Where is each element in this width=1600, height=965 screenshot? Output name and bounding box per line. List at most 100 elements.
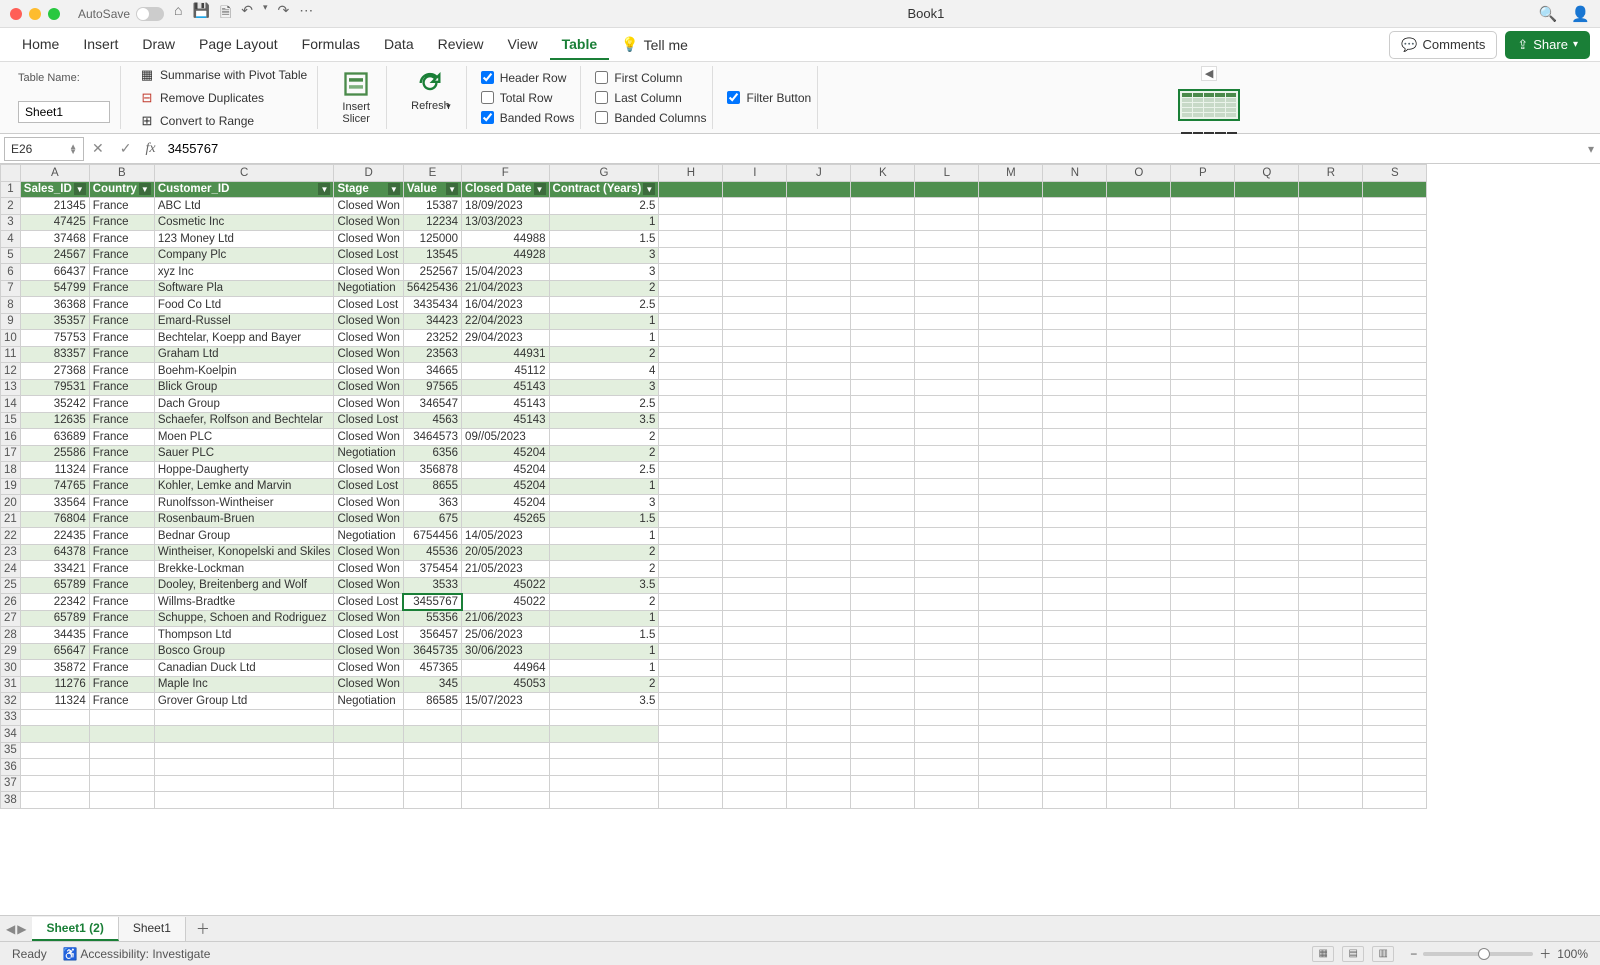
cell[interactable] [723,264,787,281]
cell[interactable]: 34435 [20,627,89,644]
cell[interactable]: Closed Lost [334,627,403,644]
cell[interactable]: Dooley, Breitenberg and Wolf [154,577,334,594]
cell[interactable] [659,346,723,363]
cell[interactable] [1171,462,1235,479]
cell[interactable]: 35872 [20,660,89,677]
cell[interactable] [1363,643,1427,660]
cell[interactable] [979,462,1043,479]
cell[interactable]: 252567 [403,264,461,281]
cell[interactable]: 3 [549,264,659,281]
row-header[interactable]: 35 [1,742,21,759]
row-header[interactable]: 16 [1,429,21,446]
cell[interactable] [851,264,915,281]
cell[interactable] [915,726,979,743]
cell[interactable] [1043,759,1107,776]
cell[interactable] [787,379,851,396]
cell[interactable] [723,313,787,330]
cell[interactable] [462,775,549,792]
cell[interactable] [1171,495,1235,512]
cell[interactable] [1171,544,1235,561]
cell[interactable] [659,445,723,462]
cell[interactable] [723,363,787,380]
row-header[interactable]: 34 [1,726,21,743]
cell[interactable] [979,577,1043,594]
cell[interactable] [979,775,1043,792]
cell[interactable]: France [89,660,154,677]
cell[interactable]: 3.5 [549,693,659,710]
cell[interactable] [659,396,723,413]
cell[interactable]: 45265 [462,511,549,528]
cell[interactable]: Schaefer, Rolfson and Bechtelar [154,412,334,429]
cell[interactable] [1299,231,1363,248]
cell[interactable] [915,643,979,660]
cell[interactable] [1171,379,1235,396]
cell[interactable] [1107,775,1171,792]
cell[interactable] [1107,181,1171,198]
convert-range-button[interactable]: ⊞Convert to Range [139,113,307,129]
row-header[interactable]: 31 [1,676,21,693]
cell[interactable] [915,693,979,710]
cell[interactable]: 23563 [403,346,461,363]
cell[interactable] [334,792,403,809]
row-header[interactable]: 28 [1,627,21,644]
cell[interactable] [1043,627,1107,644]
cell[interactable] [723,610,787,627]
cell[interactable] [659,330,723,347]
cell[interactable] [1235,181,1299,198]
cell[interactable] [549,775,659,792]
cell[interactable]: 6356 [403,445,461,462]
save-icon[interactable]: 💾 [193,2,210,26]
cell[interactable] [1299,660,1363,677]
cell[interactable] [659,412,723,429]
cell[interactable] [1043,198,1107,215]
cell[interactable]: 2 [549,561,659,578]
cell[interactable] [1107,511,1171,528]
banded-rows-checkbox[interactable]: Banded Rows [481,111,575,125]
cell[interactable]: 55356 [403,610,461,627]
accessibility-status[interactable]: ♿ Accessibility: Investigate [63,947,211,961]
cell[interactable] [1363,346,1427,363]
cell[interactable] [1171,429,1235,446]
cell[interactable] [915,528,979,545]
cell[interactable]: 11276 [20,676,89,693]
cell[interactable] [1299,412,1363,429]
cell[interactable]: 25586 [20,445,89,462]
cell[interactable]: 45204 [462,478,549,495]
column-header[interactable]: M [979,165,1043,182]
cell[interactable] [723,577,787,594]
cell[interactable] [979,693,1043,710]
cell[interactable] [1043,693,1107,710]
cell[interactable]: Moen PLC [154,429,334,446]
cell[interactable] [1107,396,1171,413]
cell[interactable] [1043,775,1107,792]
cell[interactable] [787,544,851,561]
cell[interactable]: 21/04/2023 [462,280,549,297]
cell[interactable] [1235,693,1299,710]
cell[interactable]: 45204 [462,445,549,462]
cell[interactable] [1235,280,1299,297]
name-box[interactable]: E26 ▲▼ [4,137,84,161]
cell[interactable]: 3 [549,495,659,512]
cell[interactable] [979,643,1043,660]
cell[interactable] [1363,594,1427,611]
cell[interactable]: 3435434 [403,297,461,314]
cell[interactable] [1171,643,1235,660]
table-header-cell[interactable]: Contract (Years)▼ [549,181,659,198]
cell[interactable]: Rosenbaum-Bruen [154,511,334,528]
cell[interactable] [915,445,979,462]
cell[interactable] [1299,330,1363,347]
cell[interactable] [1299,280,1363,297]
cell[interactable] [1235,709,1299,726]
cell[interactable] [787,775,851,792]
cell[interactable] [1363,198,1427,215]
cell[interactable] [1363,264,1427,281]
cell[interactable] [1235,792,1299,809]
sheet-tab[interactable]: Sheet1 [119,917,186,941]
table-header-cell[interactable]: Customer_ID▼ [154,181,334,198]
accept-formula-icon[interactable]: ✓ [112,140,140,157]
summarise-pivot-button[interactable]: ▦Summarise with Pivot Table [139,67,307,83]
cell[interactable] [1171,478,1235,495]
cell[interactable] [1171,231,1235,248]
cell[interactable] [1171,627,1235,644]
cell[interactable] [787,462,851,479]
